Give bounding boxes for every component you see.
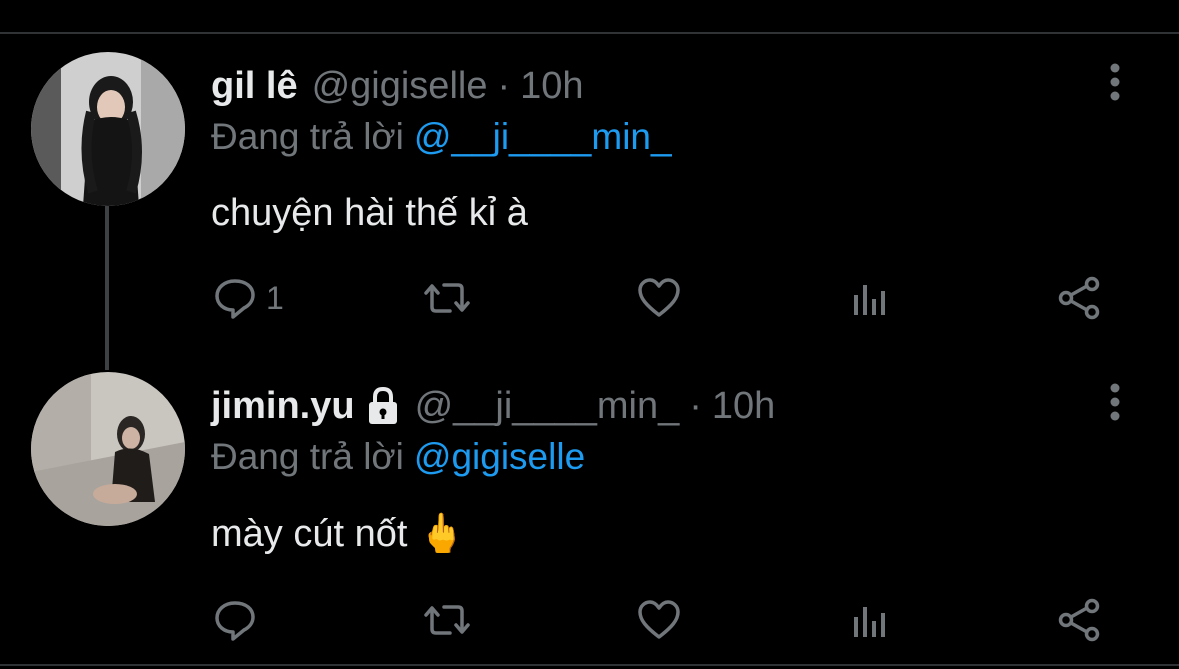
- reply-icon: [215, 279, 255, 319]
- reply-count: 1: [266, 279, 284, 316]
- handle[interactable]: @__ji____min_: [415, 385, 680, 428]
- bottom-divider: [0, 664, 1179, 666]
- reply-button[interactable]: 1: [212, 274, 284, 322]
- retweet-icon: [424, 605, 470, 635]
- replying-to-label: Đang trả lời: [211, 116, 404, 157]
- tweet-header: gil lê @gigiselle · 10h: [211, 62, 584, 110]
- views-button[interactable]: [846, 596, 892, 644]
- tweet-text: chuyện hài thế kỉ à: [211, 192, 528, 234]
- thread-line: [105, 206, 109, 370]
- retweet-button[interactable]: [424, 274, 470, 322]
- retweet-icon: [424, 283, 470, 313]
- timestamp[interactable]: 10h: [712, 385, 775, 428]
- avatar-photo: [31, 372, 185, 526]
- like-button[interactable]: [636, 596, 682, 644]
- more-vertical-icon[interactable]: [1100, 380, 1130, 424]
- replying-to-label: Đang trả lời: [211, 436, 404, 477]
- replying-to: Đang trả lời @gigiselle: [211, 436, 585, 478]
- more-vertical-icon[interactable]: [1100, 60, 1130, 104]
- handle[interactable]: @gigiselle: [312, 65, 488, 108]
- share-icon: [1058, 276, 1100, 320]
- lock-icon: [368, 386, 397, 424]
- timestamp[interactable]: 10h: [520, 65, 583, 108]
- analytics-icon: [854, 607, 885, 637]
- share-icon: [1058, 598, 1100, 642]
- avatar[interactable]: [31, 52, 185, 206]
- display-name[interactable]: jimin.yu: [211, 385, 355, 428]
- separator-dot: ·: [497, 64, 511, 107]
- top-divider: [0, 32, 1179, 34]
- like-button[interactable]: [636, 274, 682, 322]
- tweet-text: mày cút nốt 🖕: [211, 513, 466, 555]
- heart-icon: [638, 600, 680, 639]
- share-button[interactable]: [1056, 274, 1102, 322]
- separator-dot: ·: [689, 384, 702, 427]
- avatar-photo: [31, 52, 185, 206]
- reply-mention[interactable]: @__ji____min_: [414, 116, 672, 157]
- heart-icon: [638, 278, 680, 317]
- tweet-header: jimin.yu @__ji____min_ · 10h: [211, 382, 775, 430]
- reply-mention[interactable]: @gigiselle: [414, 436, 585, 477]
- avatar[interactable]: [31, 372, 185, 526]
- replying-to: Đang trả lời @__ji____min_: [211, 116, 672, 158]
- reply-icon: [215, 601, 255, 641]
- share-button[interactable]: [1056, 596, 1102, 644]
- analytics-icon: [854, 285, 885, 315]
- views-button[interactable]: [846, 274, 892, 322]
- retweet-button[interactable]: [424, 596, 470, 644]
- display-name[interactable]: gil lê: [211, 65, 298, 108]
- reply-button[interactable]: [212, 596, 258, 644]
